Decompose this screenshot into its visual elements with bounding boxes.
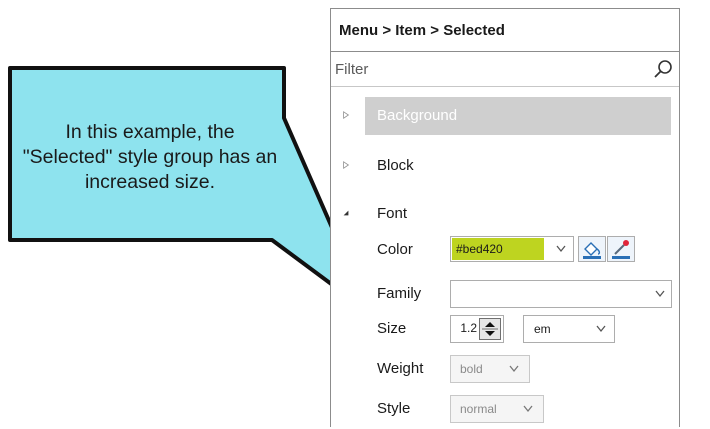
style-label: Style [377, 400, 411, 417]
search-icon[interactable] [653, 59, 673, 79]
size-unit-value: em [534, 322, 551, 336]
size-label: Size [377, 320, 407, 337]
weight-dropdown[interactable]: bold [450, 355, 530, 383]
section-background[interactable]: Background [377, 107, 457, 124]
style-dropdown[interactable]: normal [450, 395, 544, 423]
section-font[interactable]: Font [377, 205, 407, 222]
collapse-triangle-icon[interactable] [341, 209, 351, 217]
family-label: Family [377, 285, 422, 302]
filter-input[interactable] [331, 60, 635, 78]
breadcrumb: Menu > Item > Selected [331, 9, 679, 52]
style-panel: Menu > Item > Selected Background Block … [330, 8, 680, 427]
filter-row [331, 52, 679, 87]
size-spin-buttons[interactable] [479, 318, 501, 340]
spin-arrows-icon[interactable] [480, 319, 500, 339]
expand-triangle-icon[interactable] [341, 161, 351, 169]
pick-color-button[interactable] [607, 236, 635, 262]
chevron-down-icon [596, 325, 606, 333]
size-value[interactable]: 1.2 [460, 321, 477, 335]
color-label: Color [377, 241, 413, 258]
weight-label: Weight [377, 360, 424, 377]
fill-color-button[interactable] [578, 236, 606, 262]
paint-bucket-icon [583, 242, 601, 259]
chevron-down-icon [509, 365, 519, 373]
weight-value: bold [460, 362, 483, 376]
section-block[interactable]: Block [377, 157, 414, 174]
eyedropper-icon [612, 240, 630, 259]
chevron-down-icon [523, 405, 533, 413]
family-dropdown[interactable] [450, 280, 672, 308]
chevron-down-icon [655, 290, 665, 298]
color-value: #bed420 [452, 238, 544, 260]
chevron-down-icon [556, 245, 566, 253]
size-stepper[interactable]: 1.2 [450, 315, 504, 343]
color-dropdown[interactable]: #bed420 [450, 236, 574, 262]
size-unit-dropdown[interactable]: em [523, 315, 615, 343]
callout-text: In this example, the "Selected" style gr… [22, 120, 278, 193]
style-value: normal [460, 402, 497, 416]
expand-triangle-icon[interactable] [341, 111, 351, 119]
